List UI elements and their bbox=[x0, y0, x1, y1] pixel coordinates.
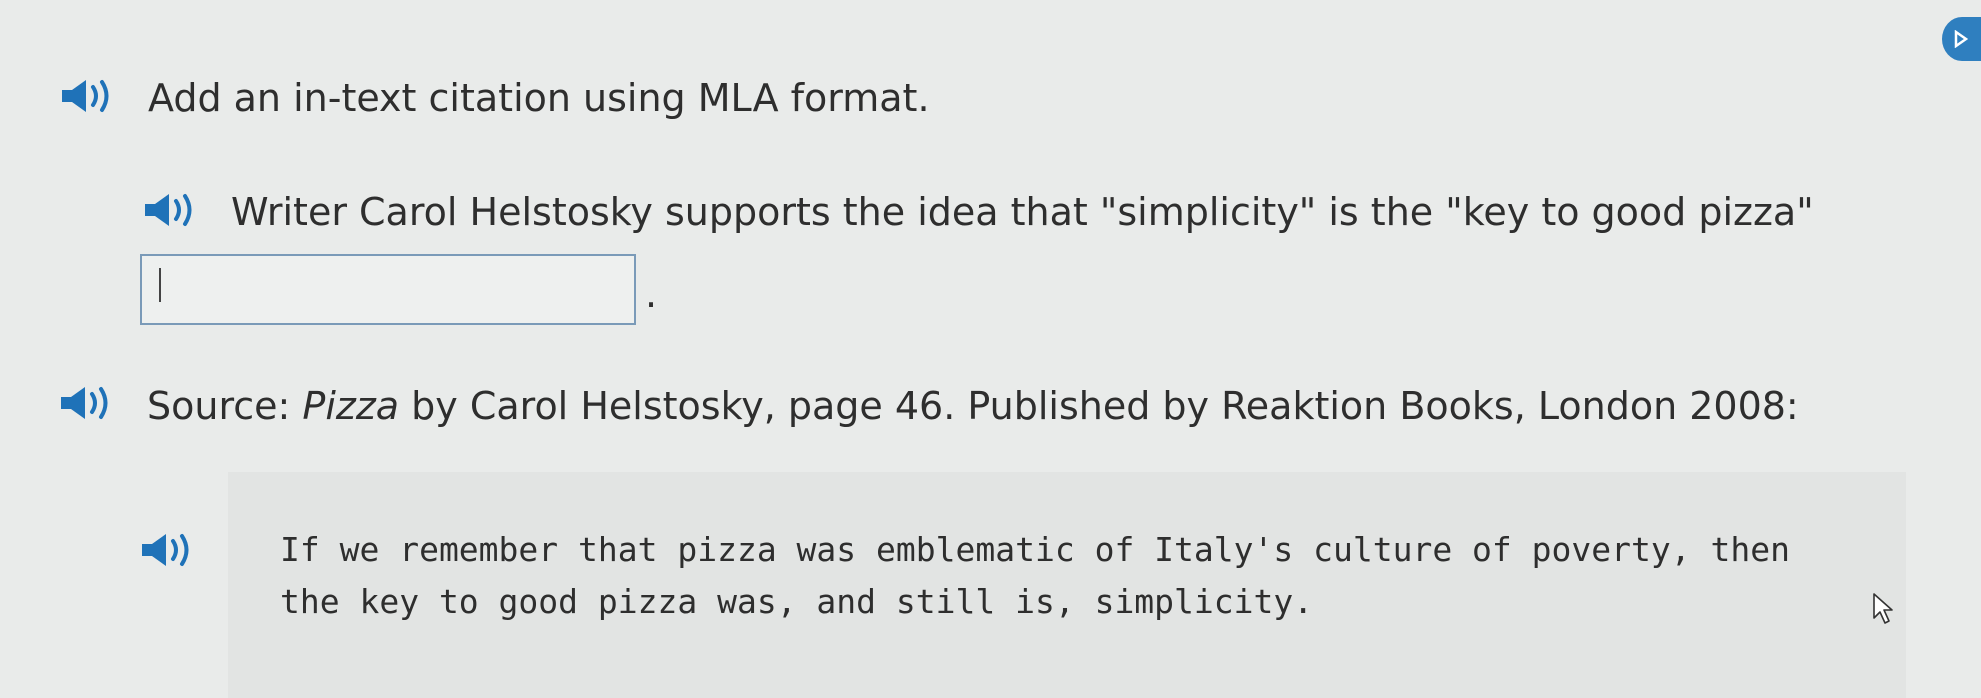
source-prefix: Source: bbox=[147, 384, 303, 428]
next-badge[interactable] bbox=[1942, 17, 1981, 61]
instruction-text: Add an in-text citation using MLA format… bbox=[148, 76, 930, 120]
quote-speaker-icon[interactable] bbox=[140, 530, 198, 570]
sentence-speaker-icon[interactable] bbox=[143, 190, 201, 230]
mouse-pointer-icon bbox=[1872, 592, 1896, 626]
citation-input[interactable] bbox=[140, 254, 636, 325]
instruction-speaker-icon[interactable] bbox=[60, 76, 118, 116]
source-speaker-icon[interactable] bbox=[59, 383, 117, 423]
next-arrow-icon bbox=[1954, 30, 1968, 48]
source-text: Source: Pizza by Carol Helstosky, page 4… bbox=[147, 384, 1799, 428]
sentence-text: Writer Carol Helstosky supports the idea… bbox=[231, 190, 1814, 234]
quote-line-1: If we remember that pizza was emblematic… bbox=[280, 530, 1790, 569]
quote-line-2: the key to good pizza was, and still is,… bbox=[280, 582, 1314, 621]
source-details: by Carol Helstosky, page 46. Published b… bbox=[399, 384, 1799, 428]
sentence-period: . bbox=[645, 272, 658, 316]
source-title: Pizza bbox=[302, 384, 400, 428]
text-caret bbox=[159, 268, 161, 302]
